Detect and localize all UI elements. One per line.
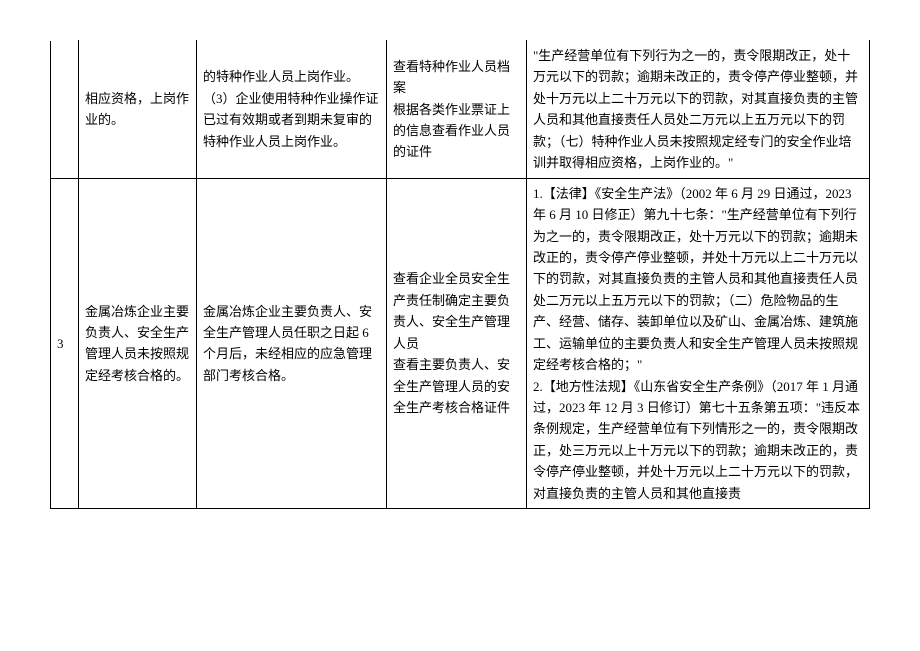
cell-item: 金属冶炼企业主要负责人、安全生产管理人员未按照规定经考核合格的。 — [79, 178, 197, 509]
cell-check: 查看特种作业人员档案根据各类作业票证上的信息查看作业人员的证件 — [387, 41, 527, 179]
cell-basis: "生产经营单位有下列行为之一的，责令限期改正，处十万元以下的罚款；逾期未改正的，… — [527, 41, 870, 179]
cell-num: 3 — [51, 178, 79, 509]
table-row: 相应资格，上岗作业的。 的特种作业人员上岗作业。（3）企业使用特种作业操作证已过… — [51, 41, 870, 179]
cell-num — [51, 41, 79, 179]
cell-desc: 金属冶炼企业主要负责人、安全生产管理人员任职之日起 6 个月后，未经相应的应急管… — [197, 178, 387, 509]
cell-check: 查看企业全员安全生产责任制确定主要负责人、安全生产管理人员查看主要负责人、安全生… — [387, 178, 527, 509]
cell-basis: 1.【法律】《安全生产法》（2002 年 6 月 29 日通过，2023 年 6… — [527, 178, 870, 509]
table-row: 3 金属冶炼企业主要负责人、安全生产管理人员未按照规定经考核合格的。 金属冶炼企… — [51, 178, 870, 509]
cell-desc: 的特种作业人员上岗作业。（3）企业使用特种作业操作证已过有效期或者到期未复审的特… — [197, 41, 387, 179]
regulation-table: 相应资格，上岗作业的。 的特种作业人员上岗作业。（3）企业使用特种作业操作证已过… — [50, 40, 870, 509]
cell-item: 相应资格，上岗作业的。 — [79, 41, 197, 179]
